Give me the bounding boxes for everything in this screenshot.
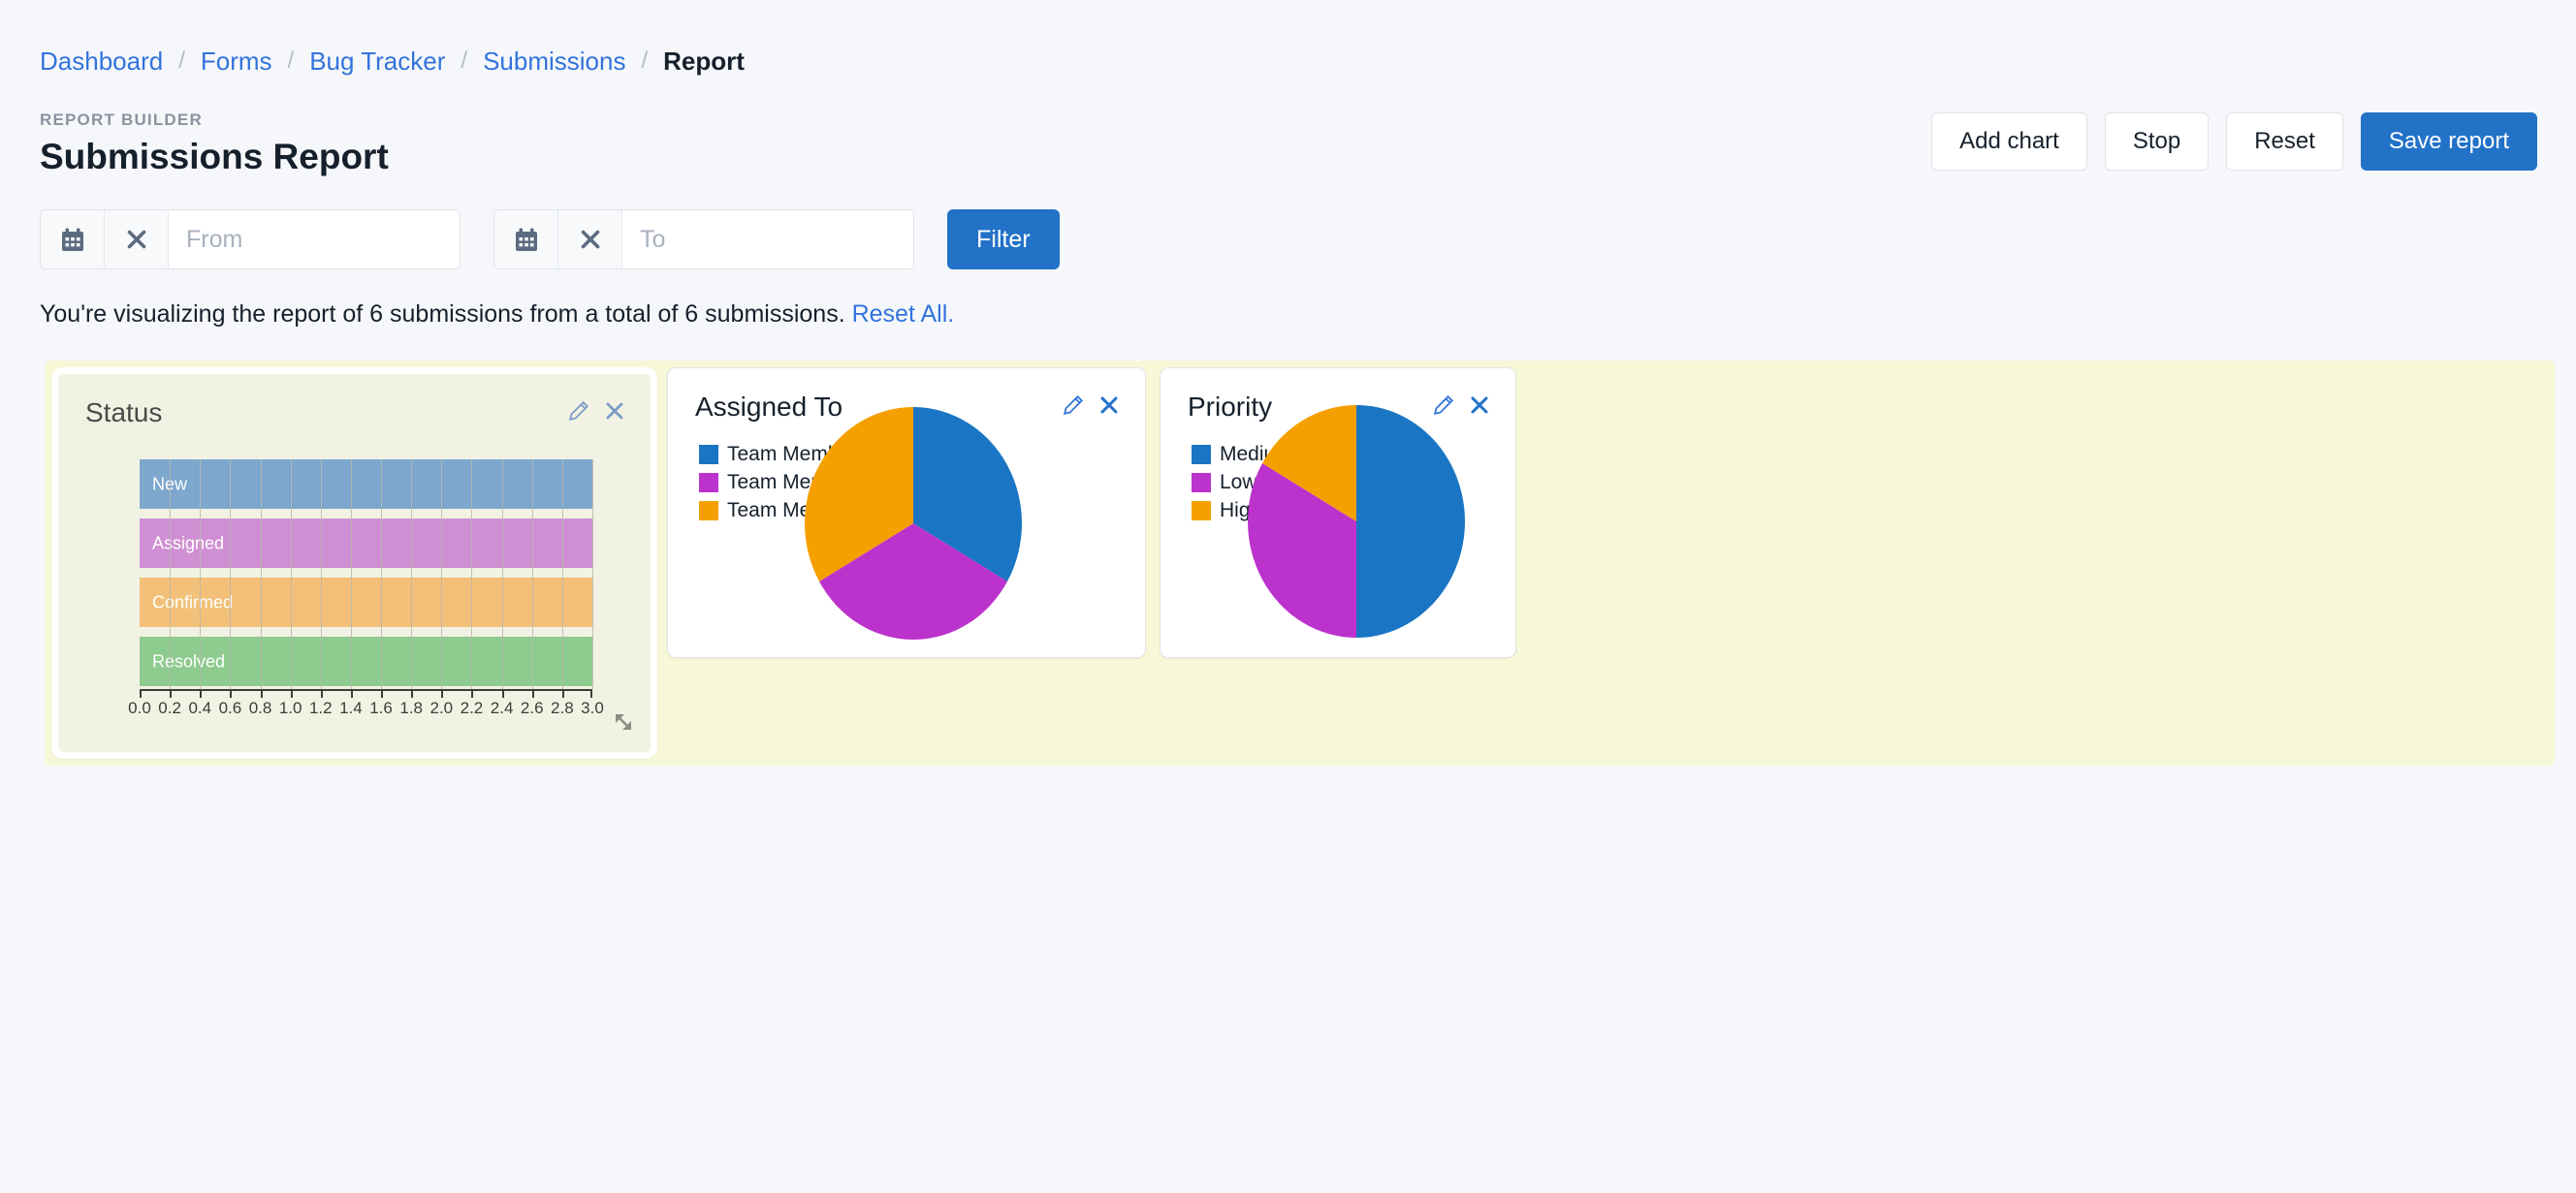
assigned-to-pie-chart[interactable] xyxy=(797,407,1030,640)
chart-x-tick-label: 1.6 xyxy=(369,699,393,718)
chart-x-tick xyxy=(261,691,263,698)
bar-row[interactable]: Confirmed xyxy=(140,578,592,627)
date-from-field xyxy=(40,209,461,269)
calendar-icon[interactable] xyxy=(41,210,105,268)
close-icon[interactable] xyxy=(604,400,625,426)
chart-x-tick xyxy=(471,691,473,698)
chart-x-tick xyxy=(200,691,202,698)
bar-new[interactable] xyxy=(140,459,592,509)
chart-x-tick xyxy=(532,691,534,698)
legend-swatch xyxy=(699,445,718,464)
page-header-text: REPORT BUILDER Submissions Report xyxy=(40,110,389,174)
bar-label: Assigned xyxy=(152,533,224,553)
chart-x-tick xyxy=(590,691,592,698)
save-report-button[interactable]: Save report xyxy=(2361,112,2537,171)
legend-swatch xyxy=(699,501,718,520)
breadcrumb-item-report: Report xyxy=(663,48,745,74)
reset-all-link[interactable]: Reset All. xyxy=(852,300,955,328)
chart-x-tick xyxy=(441,691,443,698)
pencil-icon[interactable] xyxy=(1062,393,1085,422)
chart-x-tick-label: 3.0 xyxy=(581,699,604,718)
chart-x-axis xyxy=(140,689,592,691)
chart-panel-priority[interactable]: Priority Medium Low xyxy=(1160,367,1516,658)
dashboard-canvas: Status New Assigned xyxy=(45,361,2555,766)
breadcrumb-separator: / xyxy=(625,49,663,73)
filter-button[interactable]: Filter xyxy=(947,209,1060,269)
chart-x-tick-label: 2.6 xyxy=(521,699,544,718)
chart-x-tick-label: 0.8 xyxy=(249,699,272,718)
bar-label: Resolved xyxy=(152,651,225,672)
chart-x-tick xyxy=(502,691,504,698)
chart-x-tick-label: 1.2 xyxy=(309,699,333,718)
page-header: REPORT BUILDER Submissions Report Add ch… xyxy=(0,74,2576,174)
breadcrumb-item-bug-tracker[interactable]: Bug Tracker xyxy=(309,48,445,74)
chart-x-tick-label: 2.0 xyxy=(430,699,454,718)
resize-handle-icon[interactable] xyxy=(610,708,637,740)
chart-x-tick xyxy=(562,691,564,698)
breadcrumb-separator: / xyxy=(272,49,310,73)
chart-gridline xyxy=(592,459,593,689)
pencil-icon[interactable] xyxy=(567,399,590,427)
date-to-field xyxy=(493,209,914,269)
date-to-input[interactable] xyxy=(622,210,913,268)
add-chart-button[interactable]: Add chart xyxy=(1931,112,2087,171)
chart-x-tick-label: 0.6 xyxy=(219,699,242,718)
clear-date-to-icon[interactable] xyxy=(558,210,622,268)
chart-x-tick-label: 2.4 xyxy=(491,699,514,718)
report-summary: You're visualizing the report of 6 submi… xyxy=(0,269,2576,329)
chart-x-tick xyxy=(351,691,353,698)
report-summary-text: You're visualizing the report of 6 submi… xyxy=(40,300,845,328)
chart-x-tick-label: 2.2 xyxy=(461,699,484,718)
chart-x-tick xyxy=(291,691,293,698)
legend-swatch xyxy=(699,473,718,492)
chart-panel-status-title: Status xyxy=(58,374,651,426)
priority-pie-chart[interactable] xyxy=(1240,405,1473,638)
chart-panel-assigned-to-tools xyxy=(1062,393,1120,422)
chart-x-tick xyxy=(411,691,413,698)
legend-swatch xyxy=(1192,445,1211,464)
legend-swatch xyxy=(1192,501,1211,520)
chart-x-tick-label: 1.4 xyxy=(339,699,363,718)
calendar-icon[interactable] xyxy=(494,210,558,268)
chart-x-tick-label: 0.0 xyxy=(128,699,151,718)
filter-bar: Filter xyxy=(0,174,2576,269)
chart-x-tick-label: 2.8 xyxy=(551,699,574,718)
chart-x-tick xyxy=(170,691,172,698)
bar-row[interactable]: Resolved xyxy=(140,637,592,686)
chart-x-tick-label: 0.4 xyxy=(188,699,211,718)
chart-panel-assigned-to[interactable]: Assigned To Team Member #1 Team xyxy=(667,367,1146,658)
reset-button[interactable]: Reset xyxy=(2226,112,2343,171)
breadcrumb-separator: / xyxy=(445,49,483,73)
status-bar-chart: New Assigned Confirmed Resolved 0.00.20.… xyxy=(140,459,592,689)
chart-panel-status[interactable]: Status New Assigned xyxy=(51,367,657,759)
bar-row[interactable]: Assigned xyxy=(140,518,592,568)
date-from-input[interactable] xyxy=(169,210,460,268)
breadcrumb: Dashboard / Forms / Bug Tracker / Submis… xyxy=(0,0,2576,74)
chart-x-tick xyxy=(381,691,383,698)
bar-label: Confirmed xyxy=(152,592,233,612)
breadcrumb-item-forms[interactable]: Forms xyxy=(201,48,272,74)
clear-date-from-icon[interactable] xyxy=(105,210,169,268)
close-icon[interactable] xyxy=(1098,394,1120,421)
page-eyebrow: REPORT BUILDER xyxy=(40,110,389,130)
bar-label: New xyxy=(152,474,187,494)
chart-x-axis-labels: 0.00.20.40.60.81.01.21.41.61.82.02.22.42… xyxy=(140,699,592,720)
page-title: Submissions Report xyxy=(40,139,389,174)
breadcrumb-item-submissions[interactable]: Submissions xyxy=(483,48,625,74)
chart-x-tick xyxy=(140,691,142,698)
chart-x-tick-label: 1.8 xyxy=(399,699,423,718)
chart-x-tick-label: 1.0 xyxy=(279,699,302,718)
chart-x-tick-label: 0.2 xyxy=(158,699,181,718)
chart-x-tick xyxy=(230,691,232,698)
stop-button[interactable]: Stop xyxy=(2105,112,2209,171)
chart-panel-status-tools xyxy=(567,399,625,427)
breadcrumb-item-dashboard[interactable]: Dashboard xyxy=(40,48,163,74)
breadcrumb-separator: / xyxy=(163,49,201,73)
legend-swatch xyxy=(1192,473,1211,492)
bar-row[interactable]: New xyxy=(140,459,592,509)
pie-slice[interactable] xyxy=(1356,405,1465,638)
header-actions: Add chart Stop Reset Save report xyxy=(1931,112,2537,174)
chart-x-tick xyxy=(321,691,323,698)
